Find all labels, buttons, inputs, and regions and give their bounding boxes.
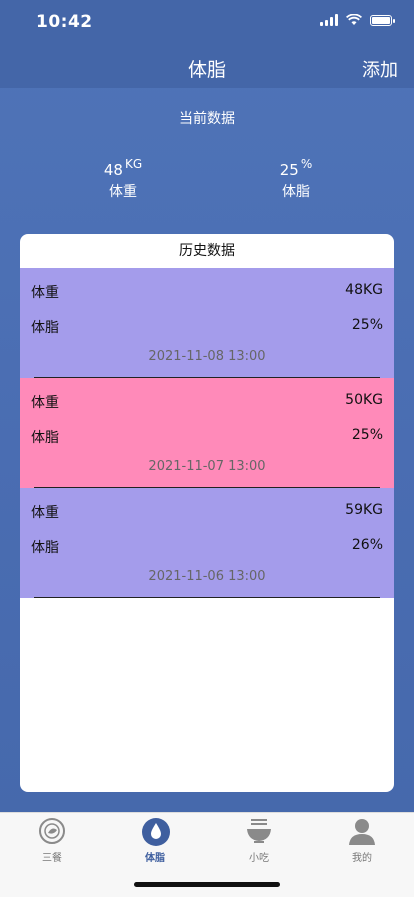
history-record[interactable]: 体重 50KG 体脂 25% 2021-11-07 13:00 bbox=[20, 378, 394, 488]
app-screen: 10:42 体脂 添加 当前数据 48KG 体重 25% 体脂 历史数据 体重 bbox=[0, 0, 414, 897]
weight-label: 体重 bbox=[31, 395, 59, 411]
history-card: 历史数据 体重 48KG 体脂 25% 2021-11-08 13:00 体重 … bbox=[20, 234, 394, 792]
fat-label: 体脂 bbox=[31, 540, 59, 556]
record-date: 2021-11-07 13:00 bbox=[148, 459, 266, 474]
weight-label: 体重 bbox=[31, 505, 59, 521]
current-data-label: 当前数据 bbox=[179, 111, 235, 127]
home-indicator[interactable] bbox=[134, 882, 280, 887]
page-title: 体脂 bbox=[187, 59, 226, 81]
tab-label: 小吃 bbox=[249, 853, 269, 864]
tab-label: 体脂 bbox=[145, 853, 165, 864]
fat-value: 25% bbox=[351, 427, 383, 443]
weight-value: 50KG bbox=[345, 392, 383, 408]
wifi-icon bbox=[346, 14, 362, 25]
status-time: 10:42 bbox=[36, 12, 93, 32]
history-title: 历史数据 bbox=[179, 243, 235, 259]
tab-profile[interactable]: 我的 bbox=[327, 817, 397, 864]
tab-snacks[interactable]: 小吃 bbox=[224, 817, 294, 864]
tab-body-fat[interactable]: 体脂 bbox=[120, 817, 190, 864]
fat-row: 体脂 25% bbox=[31, 317, 383, 337]
person-icon bbox=[348, 817, 376, 845]
history-record[interactable]: 体重 48KG 体脂 25% 2021-11-08 13:00 bbox=[20, 268, 394, 378]
current-fat-value: 25 bbox=[279, 161, 299, 179]
water-drop-icon bbox=[141, 817, 170, 846]
status-icons bbox=[320, 14, 395, 26]
weight-row: 体重 50KG bbox=[31, 392, 383, 412]
fat-label: 体脂 bbox=[31, 320, 59, 336]
current-weight-unit: KG bbox=[124, 157, 143, 171]
add-button[interactable]: 添加 bbox=[362, 56, 398, 82]
tab-label: 三餐 bbox=[42, 853, 62, 864]
current-fat-label: 体脂 bbox=[282, 184, 310, 200]
tab-label: 我的 bbox=[352, 853, 372, 864]
current-weight: 48 KG 体重 bbox=[103, 157, 143, 201]
weight-row: 体重 48KG bbox=[31, 282, 383, 302]
weight-value: 48KG bbox=[345, 282, 383, 298]
meal-plate-icon bbox=[38, 817, 66, 845]
record-date: 2021-11-08 13:00 bbox=[148, 349, 266, 364]
fat-row: 体脂 25% bbox=[31, 427, 383, 447]
weight-label: 体重 bbox=[31, 285, 59, 301]
fat-label: 体脂 bbox=[31, 430, 59, 446]
current-weight-value: 48 bbox=[103, 161, 123, 179]
fat-row: 体脂 26% bbox=[31, 537, 383, 557]
current-weight-label: 体重 bbox=[109, 184, 137, 200]
battery-icon bbox=[370, 14, 395, 26]
record-date: 2021-11-06 13:00 bbox=[148, 569, 266, 584]
fat-value: 25% bbox=[351, 317, 383, 333]
weight-row: 体重 59KG bbox=[31, 502, 383, 522]
navigation-bar: 10:42 体脂 添加 bbox=[0, 0, 414, 88]
noodle-bowl-icon bbox=[245, 817, 273, 845]
weight-value: 59KG bbox=[345, 502, 383, 518]
signal-icon bbox=[320, 14, 338, 26]
current-fat-unit: % bbox=[300, 157, 313, 171]
history-record[interactable]: 体重 59KG 体脂 26% 2021-11-06 13:00 bbox=[20, 488, 394, 598]
tab-meals[interactable]: 三餐 bbox=[17, 817, 87, 864]
current-fat: 25% 体脂 bbox=[276, 157, 316, 201]
fat-value: 26% bbox=[351, 537, 383, 553]
record-divider bbox=[34, 597, 380, 598]
